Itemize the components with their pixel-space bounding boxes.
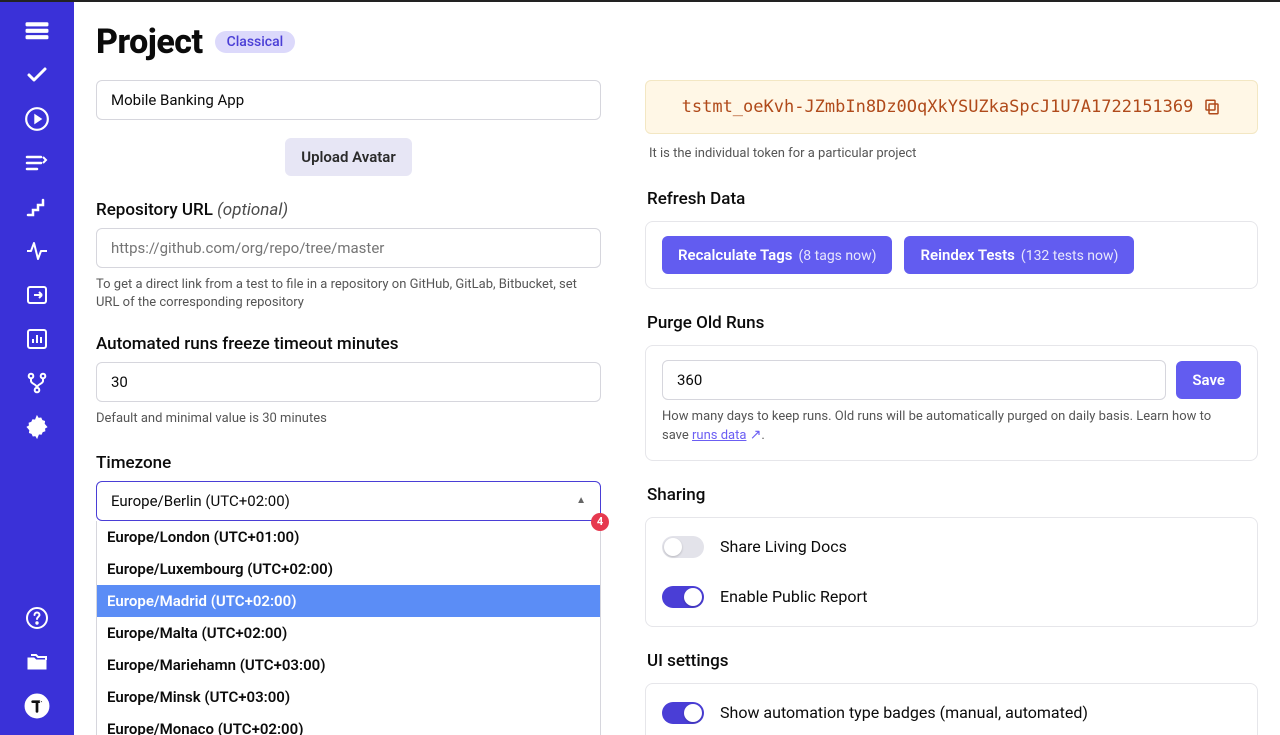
upload-avatar-button[interactable]: Upload Avatar	[285, 138, 412, 176]
gear-icon[interactable]	[24, 414, 50, 440]
purge-heading: Purge Old Runs	[647, 313, 1258, 333]
timezone-select[interactable]: Europe/Berlin (UTC+02:00) ▲	[96, 481, 601, 521]
pulse-icon[interactable]	[24, 238, 50, 264]
annotation-badge-4: 4	[591, 513, 609, 531]
share-living-docs-label: Share Living Docs	[720, 537, 847, 556]
timezone-option[interactable]: Europe/Minsk (UTC+03:00)	[97, 681, 600, 713]
purge-save-button[interactable]: Save	[1176, 361, 1241, 399]
enable-public-report-label: Enable Public Report	[720, 587, 867, 606]
help-icon[interactable]	[24, 605, 50, 631]
refresh-data-heading: Refresh Data	[647, 189, 1258, 209]
sharing-heading: Sharing	[647, 485, 1258, 505]
timezone-option[interactable]: Europe/Malta (UTC+02:00)	[97, 617, 600, 649]
menu-icon[interactable]	[24, 18, 50, 44]
automation-badges-label: Show automation type badges (manual, aut…	[720, 703, 1088, 722]
project-type-badge: Classical	[215, 31, 296, 53]
timezone-dropdown: Europe/London (UTC+01:00)Europe/Luxembou…	[96, 521, 601, 735]
share-living-docs-toggle[interactable]	[662, 536, 704, 558]
timezone-option[interactable]: Europe/Monaco (UTC+02:00)	[97, 713, 600, 735]
timezone-label: Timezone	[96, 453, 601, 473]
timezone-option[interactable]: Europe/Luxembourg (UTC+02:00)	[97, 553, 600, 585]
logo-icon[interactable]	[24, 693, 50, 719]
recalc-tags-button[interactable]: Recalculate Tags(8 tags now)	[662, 236, 892, 274]
import-icon[interactable]	[24, 282, 50, 308]
copy-icon[interactable]	[1203, 98, 1221, 116]
runs-icon[interactable]	[24, 150, 50, 176]
freeze-label: Automated runs freeze timeout minutes	[96, 334, 601, 354]
runs-data-link[interactable]: runs data	[692, 428, 746, 443]
check-icon[interactable]	[24, 62, 50, 88]
sidebar	[0, 2, 74, 735]
repo-url-input[interactable]	[96, 228, 601, 268]
caret-icon: ▲	[576, 495, 586, 506]
freeze-input[interactable]	[96, 362, 601, 402]
steps-icon[interactable]	[24, 194, 50, 220]
enable-public-report-toggle[interactable]	[662, 586, 704, 608]
reindex-tests-button[interactable]: Reindex Tests(132 tests now)	[904, 236, 1134, 274]
timezone-option[interactable]: Europe/London (UTC+01:00)	[97, 521, 600, 553]
automation-badges-toggle[interactable]	[662, 702, 704, 724]
play-circle-icon[interactable]	[24, 106, 50, 132]
folders-icon[interactable]	[24, 649, 50, 675]
repo-help: To get a direct link from a test to file…	[96, 276, 601, 312]
branch-icon[interactable]	[24, 370, 50, 396]
external-link-icon: ↗	[750, 427, 762, 443]
token-card: tstmt_oeKvh-JZmbIn8Dz0OqXkYSUZkaSpcJ1U7A…	[645, 80, 1258, 134]
page-title: Project	[96, 22, 203, 62]
api-token: tstmt_oeKvh-JZmbIn8Dz0OqXkYSUZkaSpcJ1U7A…	[682, 97, 1194, 117]
token-help: It is the individual token for a particu…	[649, 146, 1258, 161]
repo-label: Repository URL (optional)	[96, 200, 601, 220]
analytics-icon[interactable]	[24, 326, 50, 352]
timezone-option[interactable]: Europe/Mariehamn (UTC+03:00)	[97, 649, 600, 681]
project-name-input[interactable]	[96, 80, 601, 120]
timezone-option[interactable]: Europe/Madrid (UTC+02:00)	[97, 585, 600, 617]
freeze-help: Default and minimal value is 30 minutes	[96, 410, 601, 428]
ui-settings-heading: UI settings	[647, 651, 1258, 671]
purge-help: How many days to keep runs. Old runs wil…	[662, 408, 1241, 446]
main-content: Project Classical Upload Avatar Reposito…	[74, 2, 1280, 735]
purge-days-input[interactable]	[662, 360, 1166, 400]
